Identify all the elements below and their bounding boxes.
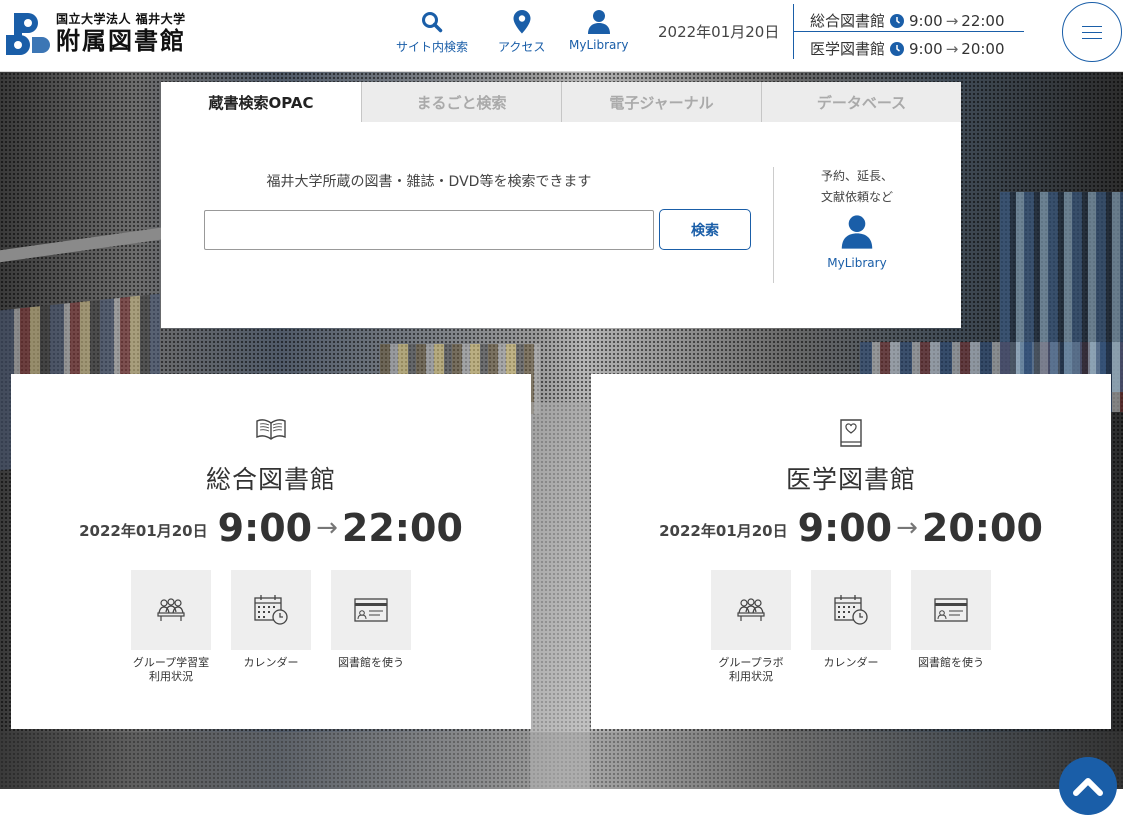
header-hours: 総合図書館 9:00 → 22:00 医学図書館 9:00 → 20:00 <box>793 4 1024 59</box>
search-panel: 福井大学所蔵の図書・雑誌・DVD等を検索できます 検索 予約、延長、 文献依頼な… <box>161 122 961 328</box>
heart-book-icon <box>840 419 862 447</box>
arrow-icon: → <box>896 513 918 543</box>
tile-calendar[interactable]: カレンダー <box>231 570 311 684</box>
tile-group-room-status[interactable]: グループ学習室 利用状況 <box>131 570 211 684</box>
group-icon <box>157 598 185 621</box>
nav-mylibrary[interactable]: MyLibrary <box>569 8 628 52</box>
close-time: 22:00 <box>341 506 463 550</box>
arrow-icon: → <box>316 513 338 543</box>
library-card-icon <box>354 598 388 622</box>
tab-marugoto[interactable]: まるごと検索 <box>361 82 561 122</box>
clock-icon <box>890 41 905 56</box>
tile-label: 図書館を使う <box>338 656 404 669</box>
mylibrary-note-line2: 文献依頼など <box>820 190 893 204</box>
logo-mark-icon <box>4 9 50 55</box>
tile-calendar[interactable]: カレンダー <box>811 570 891 684</box>
mylibrary-note-line1: 予約、延長、 <box>820 169 893 183</box>
clock-icon <box>890 13 905 28</box>
nav-site-search-label: サイト内検索 <box>396 40 469 54</box>
tab-opac[interactable]: 蔵書検索OPAC <box>161 82 361 122</box>
search-tabs: 蔵書検索OPAC まるごと検索 電子ジャーナル データベース <box>161 82 961 122</box>
search-icon <box>421 8 443 36</box>
search-input[interactable] <box>204 210 654 250</box>
nav-access[interactable]: アクセス <box>498 8 545 55</box>
hamburger-icon <box>1082 25 1102 27</box>
tile-label: カレンダー <box>823 656 879 669</box>
open-time: 9:00 <box>217 506 313 550</box>
open-book-icon <box>256 419 286 440</box>
library-card-icon <box>934 598 968 622</box>
tab-ejournal[interactable]: 電子ジャーナル <box>561 82 761 122</box>
user-icon[interactable] <box>840 214 874 254</box>
calendar-clock-icon <box>834 595 868 625</box>
search-button[interactable]: 検索 <box>659 209 751 250</box>
user-icon <box>587 8 611 36</box>
tile-label: グループ学習室 <box>132 656 210 669</box>
close-time: 20:00 <box>921 506 1043 550</box>
tile-label: カレンダー <box>243 656 299 669</box>
header-date: 2022年01月20日 <box>658 23 780 41</box>
tile-label-2: 利用状況 <box>729 670 773 683</box>
logo-title: 附属図書館 <box>56 26 186 55</box>
search-caption: 福井大学所蔵の図書・雑誌・DVD等を検索できます <box>266 174 592 190</box>
tile-label: グループラボ <box>718 656 784 669</box>
hours-date: 2022年01月20日 <box>79 521 208 540</box>
site-header: 国立大学法人 福井大学 附属図書館 サイト内検索 アクセス MyLibrary … <box>0 0 1123 72</box>
tile-label: 図書館を使う <box>918 656 984 669</box>
menu-button[interactable] <box>1062 2 1122 62</box>
nav-site-search[interactable]: サイト内検索 <box>396 8 468 55</box>
group-icon <box>737 598 765 621</box>
hours-date: 2022年01月20日 <box>659 521 788 540</box>
calendar-clock-icon <box>254 595 288 625</box>
medical-library-card: 医学図書館 2022年01月20日 9:00 → 20:00 グループラボ 利用状… <box>591 374 1111 729</box>
map-pin-icon <box>512 8 532 36</box>
nav-access-label: アクセス <box>498 40 546 54</box>
tab-database[interactable]: データベース <box>761 82 961 122</box>
tile-group-lab-status[interactable]: グループラボ 利用状況 <box>711 570 791 684</box>
site-logo[interactable]: 国立大学法人 福井大学 附属図書館 <box>4 9 204 55</box>
nav-mylibrary-label: MyLibrary <box>569 38 629 52</box>
hours-medical: 医学図書館 9:00 → 20:00 <box>810 39 1005 59</box>
tile-using-library[interactable]: 図書館を使う <box>331 570 411 684</box>
back-to-top-button[interactable] <box>1059 757 1117 815</box>
hours-general: 総合図書館 9:00 → 22:00 <box>810 11 1005 31</box>
logo-subtitle: 国立大学法人 福井大学 <box>56 11 186 26</box>
tile-label-2: 利用状況 <box>149 670 193 683</box>
tile-using-library[interactable]: 図書館を使う <box>911 570 991 684</box>
general-library-card: 総合図書館 2022年01月20日 9:00 → 22:00 グループ学習室 利用… <box>11 374 531 729</box>
library-name[interactable]: 医学図書館 <box>591 460 1111 496</box>
open-time: 9:00 <box>797 506 893 550</box>
library-hours: 2022年01月20日 9:00 → 20:00 <box>591 506 1111 550</box>
library-hours: 2022年01月20日 9:00 → 22:00 <box>11 506 531 550</box>
library-name[interactable]: 総合図書館 <box>11 460 531 496</box>
mylibrary-link[interactable]: MyLibrary <box>827 256 886 270</box>
mylibrary-shortcut: 予約、延長、 文献依頼など MyLibrary <box>791 166 923 270</box>
chevron-up-icon <box>1073 778 1103 796</box>
